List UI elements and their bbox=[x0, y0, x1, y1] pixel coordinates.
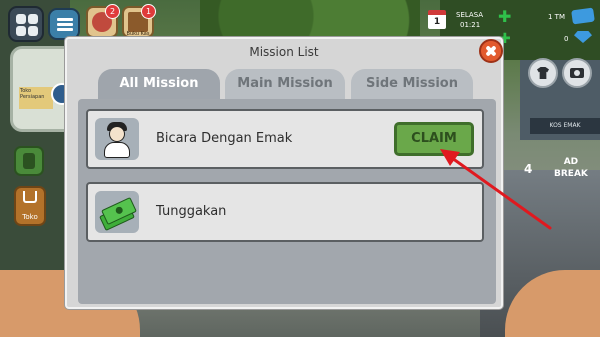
notification-badge: 1 bbox=[141, 4, 156, 19]
cart-icon bbox=[23, 191, 37, 203]
ad-label-line1: AD bbox=[563, 157, 579, 167]
target-app-button[interactable]: 2 bbox=[86, 4, 120, 38]
mission-list: Bicara Dengan Emak CLAIM Tunggakan bbox=[78, 99, 496, 304]
tab-all-mission[interactable]: All Mission bbox=[98, 69, 220, 99]
menu-grid-button[interactable] bbox=[8, 6, 44, 42]
camera-button[interactable] bbox=[562, 58, 592, 88]
dialog-title: Mission List bbox=[249, 45, 319, 59]
close-button[interactable] bbox=[479, 39, 503, 63]
shop-label: Toko bbox=[22, 213, 38, 221]
add-money-icon[interactable]: ✚ bbox=[498, 9, 512, 25]
tab-main-mission[interactable]: Main Mission bbox=[225, 69, 345, 99]
road-sign: KOS EMAK bbox=[530, 118, 600, 134]
money-icon bbox=[95, 191, 139, 233]
money-value: 1 TM bbox=[548, 13, 565, 21]
list-item[interactable]: Tunggakan bbox=[86, 182, 484, 242]
tree-foliage bbox=[200, 0, 420, 40]
ad-break-count: 4 bbox=[524, 162, 533, 176]
mission-label: Tunggakan bbox=[156, 204, 227, 219]
time-label: 01:21 bbox=[460, 21, 481, 29]
calendar-icon: 1 bbox=[428, 10, 446, 29]
mission-label: Bicara Dengan Emak bbox=[156, 131, 293, 146]
grid-icon bbox=[16, 14, 26, 24]
ad-label-line2: BREAK bbox=[554, 169, 588, 179]
outfit-button[interactable] bbox=[528, 58, 558, 88]
task-card: Toko Persiapan bbox=[19, 87, 53, 109]
shop-button[interactable]: Toko bbox=[14, 186, 46, 226]
backpack-button[interactable] bbox=[14, 146, 44, 176]
notification-badge: 2 bbox=[105, 4, 120, 19]
day-label: SELASA bbox=[456, 11, 484, 19]
cash-book-app-button[interactable]: 1 Buku Kas bbox=[122, 4, 156, 38]
tab-side-mission[interactable]: Side Mission bbox=[351, 69, 473, 99]
claim-button[interactable]: CLAIM bbox=[394, 122, 474, 156]
list-item[interactable]: Bicara Dengan Emak CLAIM bbox=[86, 109, 484, 169]
menu-list-button[interactable] bbox=[48, 8, 80, 40]
person-icon bbox=[95, 118, 139, 160]
diamond-value: 0 bbox=[564, 35, 569, 43]
list-icon bbox=[57, 18, 73, 21]
mission-list-dialog: Mission List All Mission Main Mission Si… bbox=[65, 37, 503, 309]
ad-break-button[interactable]: AD BREAK bbox=[554, 156, 588, 180]
